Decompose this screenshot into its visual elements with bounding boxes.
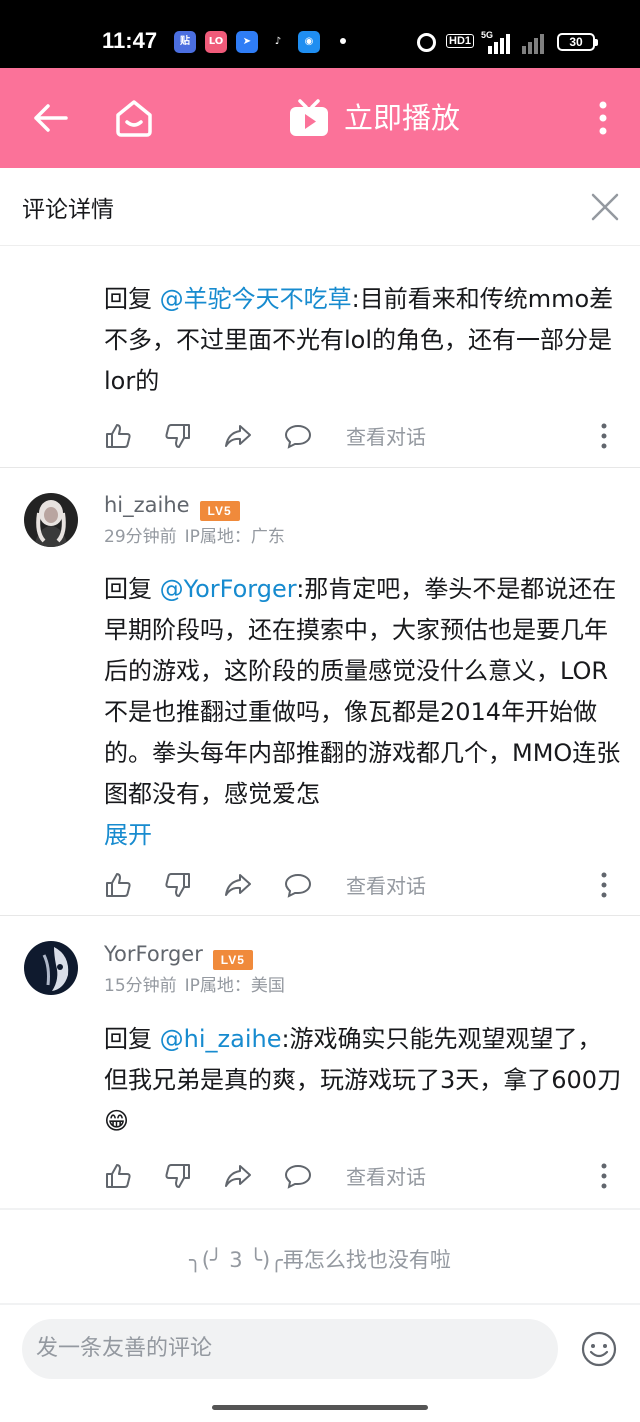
comment-time: 15分钟前 <box>104 976 177 996</box>
back-arrow-icon[interactable] <box>30 98 70 138</box>
maps-app-icon: ➤ <box>236 31 258 53</box>
comment-ip: IP属地：广东 <box>184 527 285 547</box>
comment-item: 回复 @羊驼今天不吃草:目前看来和传统mmo差不多，不过里面不光有lol的角色，… <box>0 247 640 467</box>
avatar[interactable] <box>24 493 78 547</box>
comment-detail-header: 评论详情 <box>0 168 640 246</box>
divider <box>0 467 640 468</box>
lofter-app-icon: LO <box>205 31 227 53</box>
home-icon[interactable] <box>112 96 156 140</box>
tv-play-icon[interactable] <box>288 98 330 138</box>
avatar[interactable] <box>24 941 78 995</box>
comment-actions: 查看对话 <box>104 871 624 901</box>
more-dots-icon[interactable] <box>600 1162 608 1190</box>
comment-actions: 查看对话 <box>104 422 624 452</box>
share-icon[interactable] <box>224 1162 252 1190</box>
notification-dot <box>340 38 346 44</box>
emoji-icon[interactable] <box>580 1330 618 1368</box>
comment-ip: IP属地：美国 <box>184 976 285 996</box>
play-now-label[interactable]: 立即播放 <box>344 98 460 138</box>
comment-text: 回复 @YorForger:那肯定吧，拳头不是都说还在早期阶段吗，还在摸索中，大… <box>104 575 621 849</box>
tiktok-app-icon: ♪ <box>267 31 289 53</box>
like-icon[interactable] <box>104 871 132 899</box>
comment-icon[interactable] <box>284 871 312 899</box>
mention-link[interactable]: @hi_zaihe <box>160 1025 282 1053</box>
comment-time: 29分钟前 <box>104 527 177 547</box>
more-dots-icon[interactable] <box>600 422 608 450</box>
level-badge: LV5 <box>212 950 253 970</box>
end-of-list-text: ╮(╯ 3 ╰)╭再怎么找也没有啦 <box>189 1248 451 1272</box>
comment-detail-title: 评论详情 <box>22 197 114 223</box>
view-conversation-link[interactable]: 查看对话 <box>346 873 426 899</box>
mention-link[interactable]: @羊驼今天不吃草 <box>160 285 352 313</box>
mention-link[interactable]: @YorForger <box>160 575 297 603</box>
level-badge: LV5 <box>199 501 240 521</box>
home-indicator[interactable] <box>212 1405 428 1410</box>
grin-emoji: 😁 <box>104 1107 130 1135</box>
view-conversation-link[interactable]: 查看对话 <box>346 424 426 450</box>
username[interactable]: YorForger LV5 <box>104 941 253 970</box>
comment-icon[interactable] <box>284 1162 312 1190</box>
kiwi-app-icon: 贴 <box>174 31 196 53</box>
browser-app-icon: ◉ <box>298 31 320 53</box>
end-of-list: ╮(╯ 3 ╰)╭再怎么找也没有啦 <box>0 1210 640 1304</box>
dislike-icon[interactable] <box>164 871 192 899</box>
alarm-icon <box>417 33 436 52</box>
battery-icon: 30 <box>557 33 598 51</box>
view-conversation-link[interactable]: 查看对话 <box>346 1164 426 1190</box>
comment-meta: 15分钟前 IP属地：美国 <box>104 975 293 997</box>
app-header: 立即播放 <box>0 68 640 168</box>
more-dots-icon[interactable] <box>600 871 608 899</box>
dislike-icon[interactable] <box>164 1162 192 1190</box>
hd-label: HD1 <box>446 34 475 48</box>
status-time: 11:47 <box>102 28 158 53</box>
more-vertical-icon[interactable] <box>588 98 618 138</box>
share-icon[interactable] <box>224 871 252 899</box>
status-bar: 11:47 贴 LO ➤ ♪ ◉ HD1 5G 30 <box>0 0 640 68</box>
comment-text: 回复 @羊驼今天不吃草:目前看来和传统mmo差不多，不过里面不光有lol的角色，… <box>104 285 614 395</box>
comment-meta: 29分钟前 IP属地：广东 <box>104 526 293 548</box>
bottom-comment-bar: 发一条友善的评论 <box>0 1305 640 1422</box>
expand-link[interactable]: 展开 <box>104 821 152 849</box>
comment-text: 回复 @hi_zaihe:游戏确实只能先观望观望了，但我兄弟是真的爽，玩游戏玩了… <box>104 1025 622 1135</box>
comment-actions: 查看对话 <box>104 1162 624 1192</box>
comment-input[interactable]: 发一条友善的评论 <box>22 1319 558 1379</box>
divider <box>0 915 640 916</box>
network-label: 5G <box>481 30 494 40</box>
username[interactable]: hi_zaihe LV5 <box>104 492 240 521</box>
like-icon[interactable] <box>104 1162 132 1190</box>
dislike-icon[interactable] <box>164 422 192 450</box>
comment-icon[interactable] <box>284 422 312 450</box>
close-icon[interactable] <box>590 192 620 222</box>
like-icon[interactable] <box>104 422 132 450</box>
share-icon[interactable] <box>224 422 252 450</box>
